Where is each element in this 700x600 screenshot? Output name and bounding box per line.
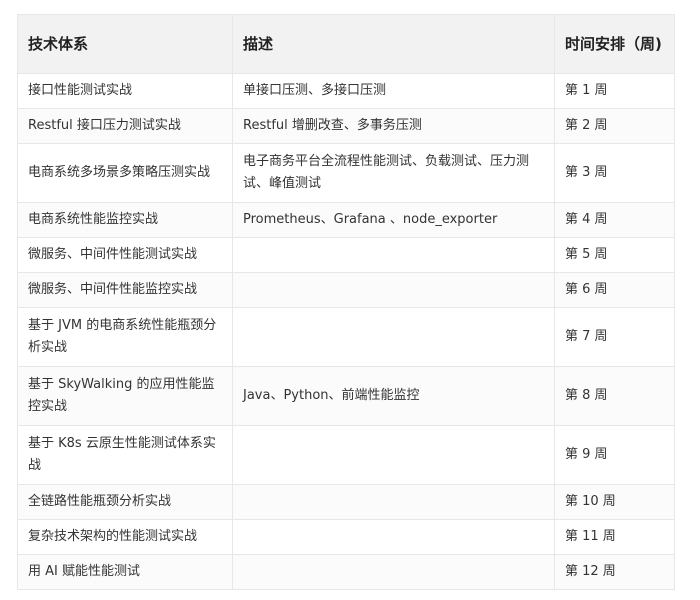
cell-week: 第 11 周 [554,519,675,555]
cell-description: Restful 增删改查、多事务压测 [232,108,555,144]
table-row: 微服务、中间件性能测试实战 第 5 周 [17,237,675,273]
cell-description [232,554,555,590]
cell-week: 第 9 周 [554,425,675,485]
cell-description [232,272,555,308]
table-row: 基于 K8s 云原生性能测试体系实战 第 9 周 [17,425,675,485]
cell-description: 单接口压测、多接口压测 [232,73,555,109]
table-row: 电商系统多场景多策略压测实战 电子商务平台全流程性能测试、负载测试、压力测试、峰… [17,143,675,203]
header-description: 描述 [232,14,555,74]
cell-week: 第 6 周 [554,272,675,308]
header-tech-system: 技术体系 [17,14,233,74]
table-row: 基于 JVM 的电商系统性能瓶颈分析实战 第 7 周 [17,307,675,367]
cell-tech-system: 全链路性能瓶颈分析实战 [17,484,233,520]
table-header-row: 技术体系 描述 时间安排（周) [17,14,675,74]
cell-tech-system: 基于 SkyWalking 的应用性能监控实战 [17,366,233,426]
schedule-table: 技术体系 描述 时间安排（周) 接口性能测试实战 单接口压测、多接口压测 第 1… [17,14,675,590]
cell-tech-system: 基于 JVM 的电商系统性能瓶颈分析实战 [17,307,233,367]
cell-description [232,307,555,367]
table-row: 基于 SkyWalking 的应用性能监控实战 Java、Python、前端性能… [17,366,675,426]
cell-description: Java、Python、前端性能监控 [232,366,555,426]
cell-description [232,484,555,520]
header-schedule: 时间安排（周) [554,14,675,74]
cell-week: 第 8 周 [554,366,675,426]
cell-description [232,425,555,485]
table-row: 全链路性能瓶颈分析实战 第 10 周 [17,484,675,520]
cell-week: 第 3 周 [554,143,675,203]
cell-week: 第 7 周 [554,307,675,367]
page: 技术体系 描述 时间安排（周) 接口性能测试实战 单接口压测、多接口压测 第 1… [0,0,700,600]
table-row: 微服务、中间件性能监控实战 第 6 周 [17,272,675,308]
cell-week: 第 5 周 [554,237,675,273]
cell-tech-system: 接口性能测试实战 [17,73,233,109]
cell-week: 第 10 周 [554,484,675,520]
cell-tech-system: 复杂技术架构的性能测试实战 [17,519,233,555]
cell-description [232,237,555,273]
cell-tech-system: 用 AI 赋能性能测试 [17,554,233,590]
table-row: 复杂技术架构的性能测试实战 第 11 周 [17,519,675,555]
cell-tech-system: 微服务、中间件性能测试实战 [17,237,233,273]
table-row: 接口性能测试实战 单接口压测、多接口压测 第 1 周 [17,73,675,109]
cell-tech-system: 电商系统性能监控实战 [17,202,233,238]
cell-week: 第 12 周 [554,554,675,590]
cell-tech-system: 基于 K8s 云原生性能测试体系实战 [17,425,233,485]
table-row: 用 AI 赋能性能测试 第 12 周 [17,554,675,590]
cell-tech-system: 电商系统多场景多策略压测实战 [17,143,233,203]
cell-week: 第 4 周 [554,202,675,238]
cell-description: Prometheus、Grafana 、node_exporter [232,202,555,238]
cell-week: 第 1 周 [554,73,675,109]
cell-description: 电子商务平台全流程性能测试、负载测试、压力测试、峰值测试 [232,143,555,203]
cell-tech-system: Restful 接口压力测试实战 [17,108,233,144]
cell-week: 第 2 周 [554,108,675,144]
cell-tech-system: 微服务、中间件性能监控实战 [17,272,233,308]
cell-description [232,519,555,555]
table-row: Restful 接口压力测试实战 Restful 增删改查、多事务压测 第 2 … [17,108,675,144]
table-row: 电商系统性能监控实战 Prometheus、Grafana 、node_expo… [17,202,675,238]
